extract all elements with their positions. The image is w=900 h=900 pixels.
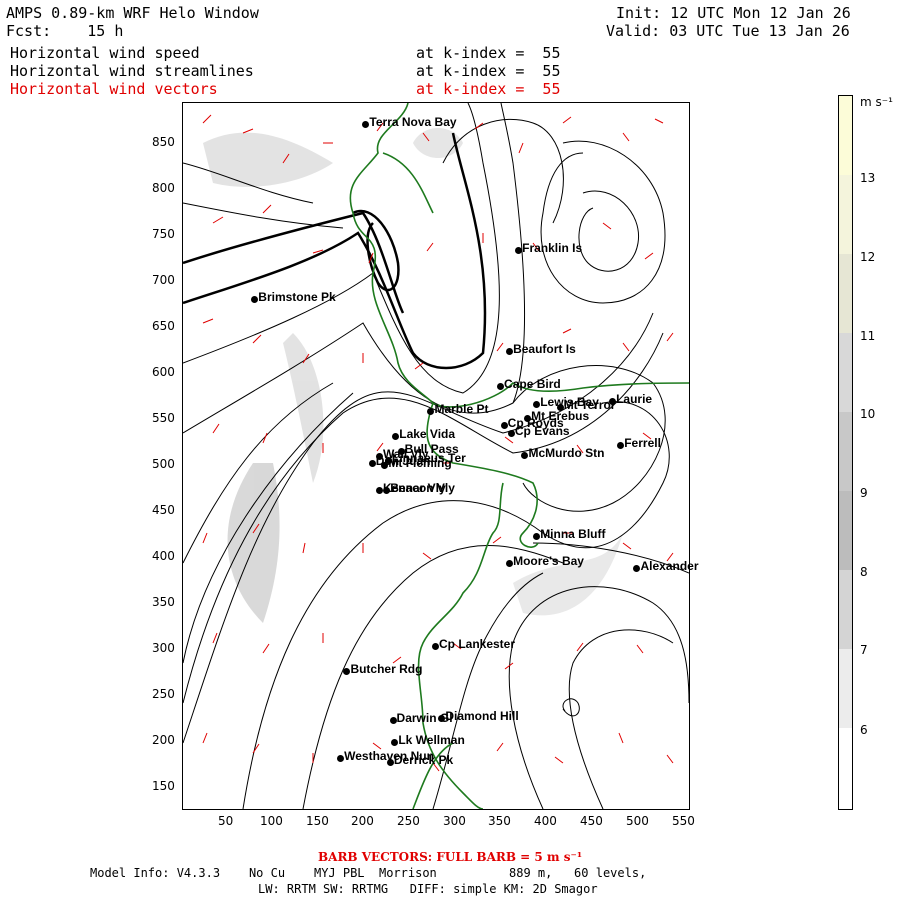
colorbar-label: 6 bbox=[860, 723, 868, 737]
y-tick: 750 bbox=[152, 227, 175, 241]
colorbar-segment bbox=[839, 570, 852, 649]
place-label: Lake Vida bbox=[399, 427, 456, 442]
colorbar-label: 7 bbox=[860, 643, 868, 657]
place-label: Ferrell bbox=[624, 436, 661, 451]
colorbar-segment bbox=[839, 649, 852, 728]
x-tick: 250 bbox=[397, 814, 420, 828]
y-tick: 300 bbox=[152, 641, 175, 655]
colorbar-segment bbox=[839, 333, 852, 412]
place-label: Alexander bbox=[640, 559, 699, 574]
place-label: Brimstone Pk bbox=[258, 289, 336, 304]
colorbar-label: 10 bbox=[860, 407, 876, 421]
model-physics: LW: RRTM SW: RRTMG DIFF: simple KM: 2D S… bbox=[258, 882, 598, 896]
place-marker bbox=[533, 400, 541, 408]
place-label: Marble Pt bbox=[434, 402, 489, 417]
colorbar-label: 12 bbox=[860, 250, 876, 264]
place-marker bbox=[375, 486, 383, 494]
colorbar-segment bbox=[839, 412, 852, 491]
place-marker bbox=[383, 486, 391, 494]
y-tick: 550 bbox=[152, 411, 175, 425]
place-label: Minna Bluff bbox=[540, 526, 606, 541]
y-tick: 600 bbox=[152, 365, 175, 379]
y-tick: 500 bbox=[152, 457, 175, 471]
field-streamlines-level: at k-index = 55 bbox=[416, 62, 561, 80]
y-tick: 450 bbox=[152, 503, 175, 517]
colorbar-segment bbox=[839, 491, 852, 570]
place-label: Derrick Pk bbox=[393, 752, 454, 767]
colorbar-label: 8 bbox=[860, 565, 868, 579]
x-tick: 550 bbox=[672, 814, 695, 828]
x-tick: 50 bbox=[218, 814, 234, 828]
place-label: Cape Bird bbox=[504, 377, 561, 392]
colorbar-segment bbox=[839, 254, 852, 333]
place-marker bbox=[524, 414, 532, 422]
x-tick: 450 bbox=[580, 814, 603, 828]
y-tick: 850 bbox=[152, 135, 175, 149]
place-label: Cp Lankester bbox=[439, 637, 516, 652]
x-tick: 100 bbox=[260, 814, 283, 828]
field-wind-speed-level: at k-index = 55 bbox=[416, 44, 561, 62]
field-wind-vectors: Horizontal wind vectors bbox=[10, 80, 218, 98]
place-label: Cp Evans bbox=[514, 424, 570, 439]
field-streamlines: Horizontal wind streamlines bbox=[10, 62, 254, 80]
y-tick: 700 bbox=[152, 273, 175, 287]
place-label: Moore's Bay bbox=[513, 554, 584, 569]
field-wind-speed: Horizontal wind speed bbox=[10, 44, 200, 62]
y-tick: 200 bbox=[152, 733, 175, 747]
wind-speed-shading bbox=[203, 128, 623, 623]
barb-legend: BARB VECTORS: FULL BARB = 5 m s⁻¹ bbox=[318, 850, 583, 864]
colorbar-segment bbox=[839, 96, 852, 175]
colorbar-segment bbox=[839, 728, 852, 809]
x-tick: 200 bbox=[351, 814, 374, 828]
y-tick: 350 bbox=[152, 595, 175, 609]
place-label: Linnaeus Ter bbox=[392, 451, 466, 466]
place-marker bbox=[500, 422, 508, 429]
place-marker bbox=[389, 717, 397, 725]
place-label: Beacon Vly bbox=[390, 480, 455, 495]
place-label: Laurie bbox=[616, 392, 653, 406]
place-label: Beaufort Is bbox=[513, 342, 576, 357]
place-label: Franklin Is bbox=[522, 240, 583, 255]
model-info: Model Info: V4.3.3 No Cu MYJ PBL Morriso… bbox=[90, 866, 647, 880]
place-marker bbox=[368, 459, 376, 467]
init-time: Init: 12 UTC Mon 12 Jan 26 bbox=[616, 4, 851, 22]
forecast-hour: Fcst: 15 h bbox=[6, 22, 124, 40]
place-label: Butcher Rdg bbox=[350, 662, 423, 677]
y-tick: 250 bbox=[152, 687, 175, 701]
y-tick: 400 bbox=[152, 549, 175, 563]
place-marker bbox=[251, 295, 259, 303]
x-tick: 400 bbox=[534, 814, 557, 828]
map-title: AMPS 0.89-km WRF Helo Window bbox=[6, 4, 259, 22]
valid-time: Valid: 03 UTC Tue 13 Jan 26 bbox=[606, 22, 850, 40]
colorbar-unit: m s⁻¹ bbox=[860, 95, 893, 109]
y-tick: 800 bbox=[152, 181, 175, 195]
place-label: McMurdo Stn bbox=[528, 446, 605, 461]
place-marker bbox=[533, 532, 541, 540]
y-tick: 650 bbox=[152, 319, 175, 333]
colorbar-label: 9 bbox=[860, 486, 868, 500]
place-label: Mt Erebus bbox=[531, 408, 590, 423]
colorbar-label: 11 bbox=[860, 329, 876, 343]
field-wind-vectors-level: at k-index = 55 bbox=[416, 80, 561, 98]
place-label: Terra Nova Bay bbox=[369, 115, 457, 130]
colorbar bbox=[838, 95, 853, 810]
colorbar-label: 13 bbox=[860, 171, 876, 185]
place-label: Diamond Hill bbox=[445, 708, 519, 723]
x-tick: 500 bbox=[626, 814, 649, 828]
place-marker bbox=[515, 246, 523, 254]
x-tick: 150 bbox=[306, 814, 329, 828]
colorbar-segment bbox=[839, 175, 852, 254]
place-label: Lk Wellman bbox=[398, 733, 465, 748]
place-marker bbox=[385, 457, 392, 465]
x-tick: 350 bbox=[488, 814, 511, 828]
place-marker bbox=[386, 758, 394, 766]
x-tick: 300 bbox=[443, 814, 466, 828]
y-tick: 150 bbox=[152, 779, 175, 793]
place-label: Darwin Gl bbox=[396, 711, 453, 726]
